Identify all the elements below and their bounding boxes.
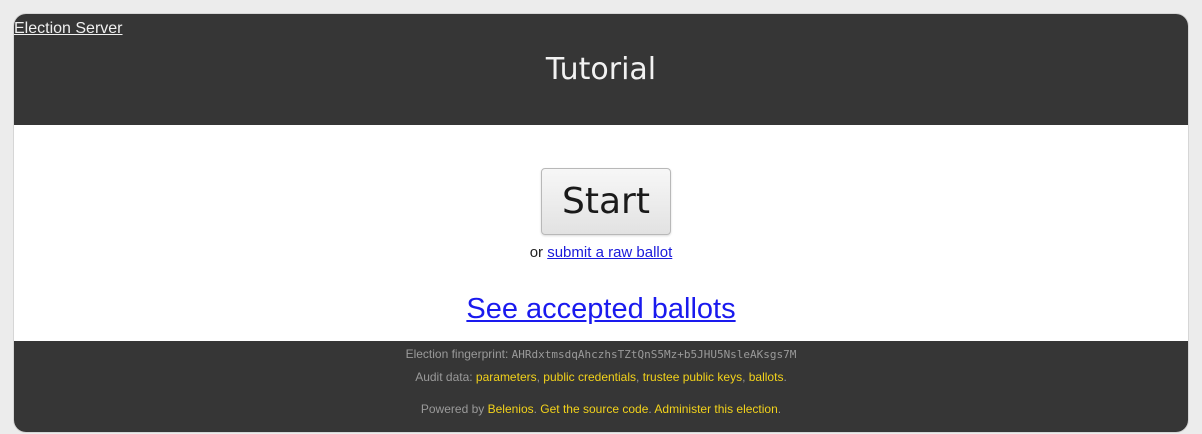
fingerprint-row: Election fingerprint: AHRdxtmsdqAhczhsTZ… bbox=[14, 347, 1188, 361]
page-frame: Election Server Tutorial Start or submit… bbox=[14, 14, 1188, 432]
election-server-link[interactable]: Election Server bbox=[14, 20, 123, 38]
start-button[interactable]: Start bbox=[541, 168, 671, 235]
page-title: Tutorial bbox=[545, 52, 657, 87]
fingerprint-label: Election fingerprint: bbox=[405, 347, 509, 361]
public-credentials-link[interactable]: public credentials bbox=[543, 370, 636, 384]
main-content: Start or submit a raw ballot See accepte… bbox=[14, 125, 1188, 341]
header-bar: Election Server Tutorial bbox=[14, 14, 1188, 125]
see-accepted-ballots-link[interactable]: See accepted ballots bbox=[466, 293, 735, 325]
audit-data-row: Audit data: parameters, public credentia… bbox=[415, 370, 787, 384]
raw-ballot-line: or submit a raw ballot bbox=[14, 244, 1188, 261]
submit-raw-ballot-link[interactable]: submit a raw ballot bbox=[547, 244, 672, 261]
ballots-link[interactable]: ballots bbox=[749, 370, 784, 384]
accepted-ballots-line: See accepted ballots bbox=[14, 293, 1188, 326]
fingerprint-value: AHRdxtmsdqAhczhsTZtQnS5Mz+b5JHU5NsleAKsg… bbox=[511, 348, 797, 361]
parameters-link[interactable]: parameters bbox=[476, 370, 537, 384]
powered-by-label: Powered by bbox=[420, 402, 485, 416]
audit-label: Audit data: bbox=[415, 370, 473, 384]
source-code-link[interactable]: Get the source code bbox=[540, 402, 648, 416]
raw-ballot-prefix: or bbox=[529, 244, 544, 261]
footer-bar: Election fingerprint: AHRdxtmsdqAhczhsTZ… bbox=[14, 341, 1188, 432]
belenios-link[interactable]: Belenios bbox=[488, 402, 534, 416]
trustee-public-keys-link[interactable]: trustee public keys bbox=[643, 370, 742, 384]
administer-election-link[interactable]: Administer this election bbox=[654, 402, 777, 416]
powered-by-row: Powered by Belenios. Get the source code… bbox=[420, 402, 782, 416]
